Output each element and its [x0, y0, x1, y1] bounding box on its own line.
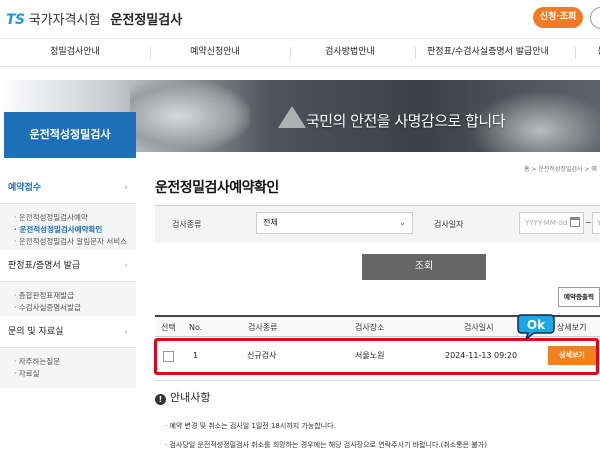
- sidebar-item-reservation[interactable]: 예약접수 ›: [0, 172, 136, 204]
- page-title: 운전정밀검사예약확인: [155, 180, 279, 196]
- highlight-frame: [154, 338, 599, 375]
- nav-separator: [415, 47, 416, 59]
- ok-sticker-icon: Ok: [517, 314, 555, 340]
- sidebar-item-certificate[interactable]: 판정표/증명서 발급 ›: [0, 250, 136, 282]
- sidebar-subitem-reservation[interactable]: · 운전적성정밀검사예약: [14, 212, 136, 224]
- logo-name: 국가자격시험: [28, 13, 101, 28]
- sidebar-submenu: · 자주하는질문 · 자료실: [0, 348, 136, 388]
- type-label: 검사종류: [172, 220, 202, 229]
- sidebar-group-certificate: 판정표/증명서 발급 › · 종합판정표재발급 · 수검사실증명서발급: [0, 250, 136, 322]
- chevron-right-icon: ›: [124, 327, 128, 337]
- menu-circle-icon[interactable]: [590, 7, 600, 29]
- print-reservation-button[interactable]: 예약증출력: [558, 287, 600, 307]
- hero-slogan: 국민의 안전을 사명감으로 합니다: [306, 112, 506, 130]
- site-header: TS 국가자격시험 운전정밀검사 신청·조회: [0, 0, 600, 38]
- apply-inquiry-button[interactable]: 신청·조회: [533, 7, 583, 28]
- sidebar-subitem-reservation-check[interactable]: · 운전적성정밀검사예약확인: [14, 224, 136, 236]
- nav-item-more[interactable]: 문: [592, 39, 600, 66]
- ok-sticker-text: Ok: [527, 318, 546, 332]
- col-select: 선택: [161, 323, 176, 332]
- sidebar-subitem-exam-certificate[interactable]: · 수검사실증명서발급: [14, 302, 136, 314]
- breadcrumb: 홈 > 운전적성정밀검사 > 예: [524, 166, 597, 173]
- sidebar-item-inquiry[interactable]: 문의 및 자료실 ›: [0, 316, 136, 348]
- nav-item-inspection-guide[interactable]: 정밀검사안내: [10, 39, 140, 66]
- search-button[interactable]: 조회: [362, 254, 486, 280]
- sidebar-group-reservation: 예약접수 › · 운전적성정밀검사예약 · 운전적성정밀검사예약확인 · 운전적…: [0, 172, 136, 256]
- logo-ts: TS: [6, 12, 25, 28]
- sidebar-subitem-archive[interactable]: · 자료실: [14, 368, 136, 380]
- exclamation-icon: !: [155, 394, 166, 405]
- col-exam-datetime: 검사일시: [464, 323, 494, 332]
- main-navigation: 정밀검사안내 예약신청안내 검사방법안내 판정표/수검사실증명서 발급안내 문: [0, 38, 600, 67]
- col-exam-type: 검사종류: [248, 323, 278, 332]
- chevron-right-icon: ›: [124, 183, 128, 193]
- exam-type-value: 전체: [263, 218, 278, 227]
- logo-title: 운전정밀검사: [110, 13, 183, 28]
- notice-heading: ! 안내사항: [155, 389, 210, 405]
- nav-separator: [575, 47, 576, 59]
- date-range-tilde: ~: [585, 218, 592, 227]
- notice-title: 안내사항: [170, 391, 211, 404]
- row-divider: [155, 380, 600, 381]
- sidebar-item-label: 문의 및 자료실: [8, 327, 64, 337]
- date-label: 검사일자: [434, 220, 464, 229]
- nav-item-reservation-guide[interactable]: 예약신청안내: [150, 39, 280, 66]
- chevron-down-icon: ⌄: [399, 218, 406, 227]
- hero-triangle-icon: [278, 106, 306, 128]
- sidebar-submenu: · 운전적성정밀검사예약 · 운전적성정밀검사예약확인 · 운전적성정밀검사 알…: [0, 204, 136, 256]
- nav-item-method-guide[interactable]: 검사방법안내: [290, 39, 410, 66]
- chevron-right-icon: ›: [124, 261, 128, 271]
- sidebar-subitem-sms-service[interactable]: · 운전적성정밀검사 알림문자 서비스: [14, 236, 136, 248]
- sidebar-item-label: 판정표/증명서 발급: [8, 261, 81, 271]
- date-to-input[interactable]: YYYY-MM-dd: [592, 212, 600, 234]
- hero-hand-image: [130, 80, 250, 152]
- col-exam-place: 검사장소: [355, 323, 385, 332]
- col-detail: 상세보기: [557, 323, 587, 332]
- sidebar-subitem-reissue[interactable]: · 종합판정표재발급: [14, 290, 136, 302]
- nav-item-certificate-guide[interactable]: 판정표/수검사실증명서 발급안내: [418, 39, 558, 66]
- site-logo[interactable]: TS 국가자격시험 운전정밀검사: [6, 9, 182, 28]
- notice-line: · 예약 변경 및 취소는 검사일 1일전 18시까지 가능합니다.: [165, 422, 336, 430]
- sidebar-subitem-faq[interactable]: · 자주하는질문: [14, 356, 136, 368]
- calendar-icon[interactable]: [570, 217, 580, 227]
- exam-type-select[interactable]: 전체 ⌄: [256, 212, 413, 234]
- notice-line: · 검사당일 운전적성정밀검사 취소를 희망하는 경우에는 해당 검사장으로 연…: [165, 441, 487, 449]
- sidebar-title: 운전적성정밀검사: [4, 112, 136, 158]
- sidebar-group-inquiry: 문의 및 자료실 › · 자주하는질문 · 자료실: [0, 316, 136, 388]
- sidebar-item-label: 예약접수: [8, 183, 42, 193]
- col-no: No.: [189, 323, 203, 332]
